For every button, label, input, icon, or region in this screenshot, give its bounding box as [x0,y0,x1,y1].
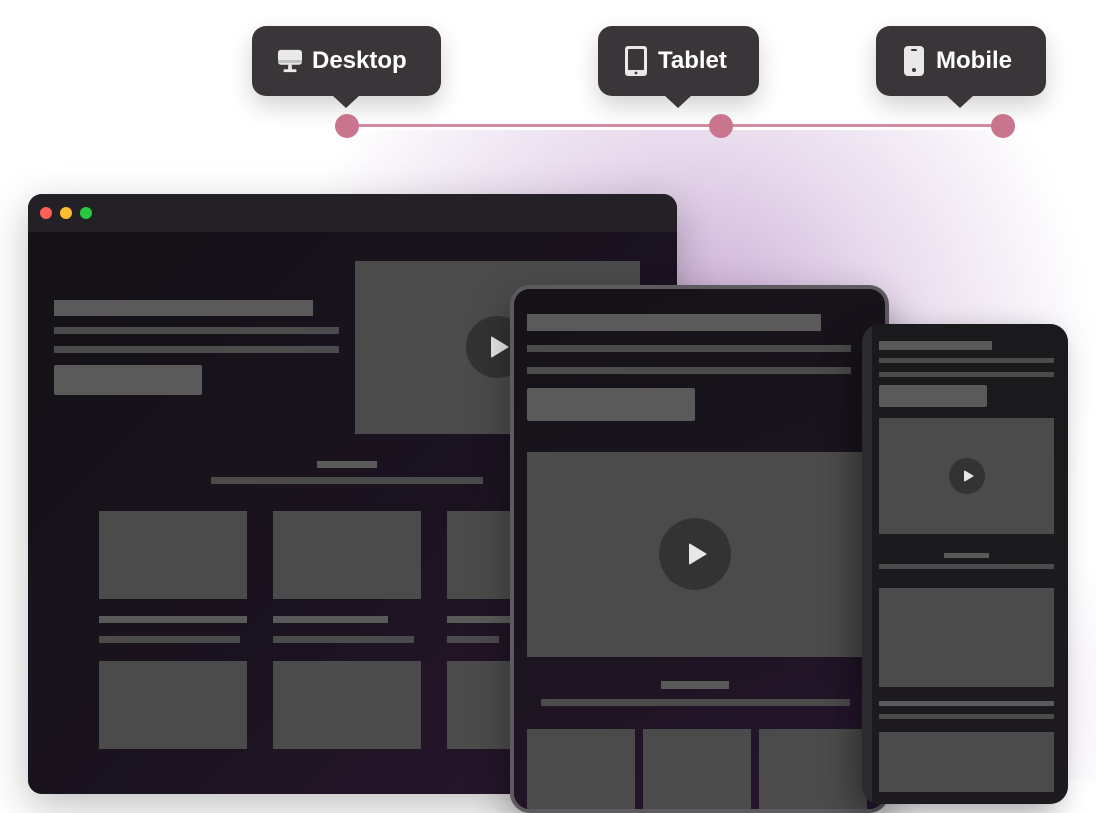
window-titlebar [28,194,677,232]
breakpoint-slider-track[interactable] [347,124,1003,127]
breakpoint-desktop-label: Desktop [312,47,407,74]
mobile-preview-frame [862,324,1068,804]
card-image-placeholder [879,732,1054,792]
tablet-preview-frame [510,285,889,813]
tablet-icon [624,46,648,76]
card-text-placeholder [879,714,1054,719]
breakpoint-tablet-label: Tablet [658,47,727,74]
card-image-placeholder [99,661,247,749]
breakpoint-handle-tablet[interactable] [709,114,733,138]
breakpoint-tablet-tooltip[interactable]: Tablet [598,26,759,108]
close-window-dot[interactable] [40,207,52,219]
section-subheading-placeholder [541,699,850,706]
tooltip-pointer [332,95,360,108]
breakpoint-mobile-tooltip[interactable]: Mobile [876,26,1046,108]
desktop-monitor-icon [278,46,302,76]
cta-button-placeholder [527,388,695,421]
play-icon [949,458,985,494]
card-image-placeholder [879,588,1054,687]
card-text-placeholder [99,616,247,623]
text-line-placeholder [879,372,1054,377]
breakpoint-mobile-label: Mobile [936,47,1012,74]
text-line-placeholder [879,358,1054,363]
tooltip-pointer [946,95,974,108]
text-line-placeholder [54,327,339,334]
breakpoint-handle-mobile[interactable] [991,114,1015,138]
section-subheading-placeholder [211,477,483,484]
hero-title-placeholder [879,341,992,350]
breakpoint-desktop-tooltip[interactable]: Desktop [252,26,441,108]
text-line-placeholder [527,345,851,352]
card-image-placeholder [759,729,867,809]
hero-title-placeholder [54,300,313,316]
tooltip-pointer [664,95,692,108]
section-heading-placeholder [944,553,989,558]
card-image-placeholder [643,729,751,809]
hero-video-placeholder [527,452,867,657]
card-image-placeholder [273,661,421,749]
card-text-placeholder [447,636,499,643]
card-text-placeholder [273,616,388,623]
card-text-placeholder [273,636,414,643]
section-heading-placeholder [661,681,729,689]
tablet-page-content [514,289,885,809]
mobile-phone-icon [902,46,926,76]
hero-video-placeholder [879,418,1054,534]
minimize-window-dot[interactable] [60,207,72,219]
card-image-placeholder [99,511,247,599]
maximize-window-dot[interactable] [80,207,92,219]
breakpoint-handle-desktop[interactable] [335,114,359,138]
cta-button-placeholder [54,365,202,395]
card-text-placeholder [99,636,240,643]
text-line-placeholder [54,346,339,353]
card-image-placeholder [527,729,635,809]
section-subheading-placeholder [879,564,1054,569]
text-line-placeholder [527,367,851,374]
section-heading-placeholder [317,461,377,468]
card-image-placeholder [273,511,421,599]
card-text-placeholder [879,701,1054,706]
hero-title-placeholder [527,314,821,331]
cta-button-placeholder [879,385,987,407]
play-icon [659,518,731,590]
mobile-page-content [872,324,1068,804]
